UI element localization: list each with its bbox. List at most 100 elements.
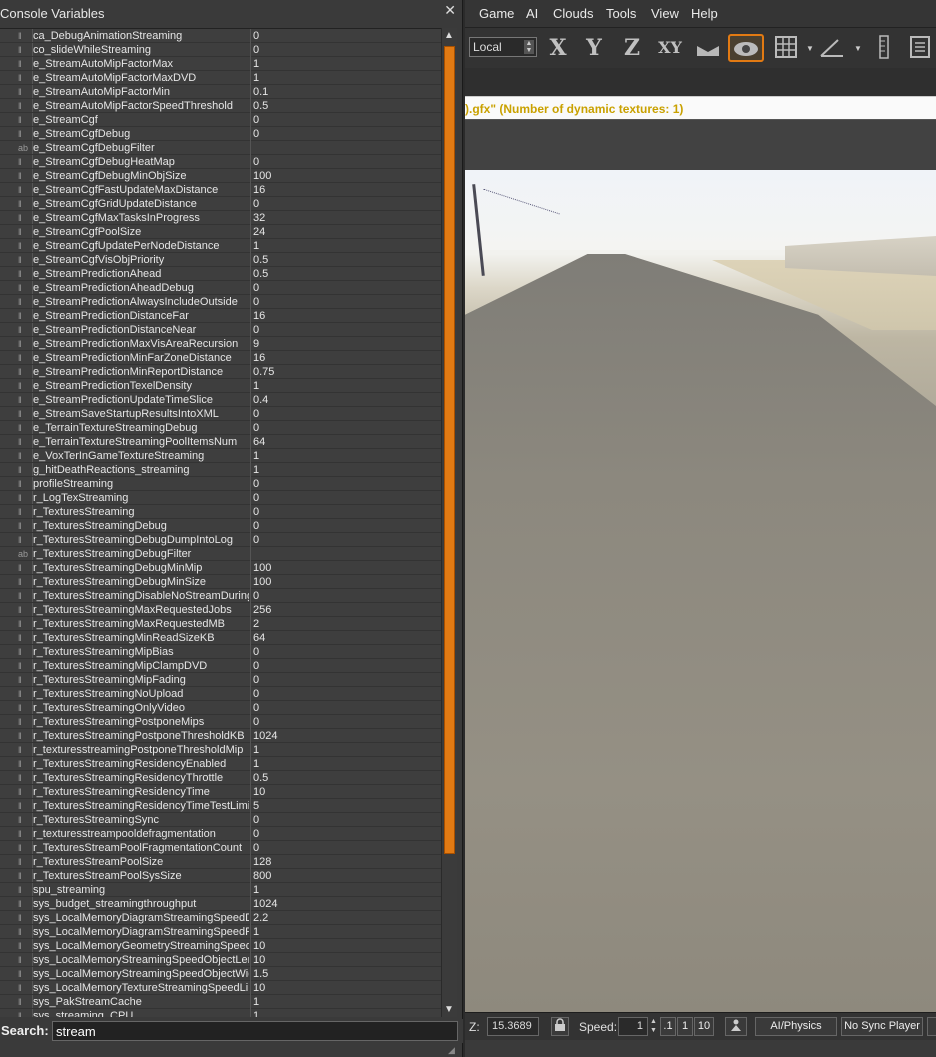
cvar-value[interactable]: 10 bbox=[253, 953, 439, 967]
vertical-scrollbar[interactable]: ▲ ▼ bbox=[441, 28, 457, 1017]
cvar-value[interactable]: 0 bbox=[253, 43, 439, 57]
cvar-value[interactable]: 64 bbox=[253, 631, 439, 645]
cvar-row[interactable]: ‖ r_TexturesStreamingDebugDumpIntoLog 0 bbox=[0, 533, 441, 547]
cvar-row[interactable]: ‖ r_TexturesStreamPoolFragmentationCount 0 bbox=[0, 841, 441, 855]
cvar-row[interactable]: ‖ r_TexturesStreamingSync 0 bbox=[0, 813, 441, 827]
cvar-row[interactable]: ‖ r_TexturesStreamingMinReadSizeKB 64 bbox=[0, 631, 441, 645]
cvar-value[interactable]: 100 bbox=[253, 561, 439, 575]
cvar-value[interactable]: 1 bbox=[253, 379, 439, 393]
cvar-row[interactable]: ‖ e_StreamCgfDebugMinObjSize 100 bbox=[0, 169, 441, 183]
cvar-row[interactable]: ‖ e_StreamPredictionAlwaysIncludeOutside 0 bbox=[0, 295, 441, 309]
cvar-row[interactable]: ‖ spu_streaming 1 bbox=[0, 883, 441, 897]
resize-grip-icon[interactable]: ◢ bbox=[448, 1045, 458, 1055]
cvar-value[interactable]: 1 bbox=[253, 57, 439, 71]
cvar-row[interactable]: ‖ r_TexturesStreamingResidencyThrottle 0.5 bbox=[0, 771, 441, 785]
cvar-value[interactable]: 256 bbox=[253, 603, 439, 617]
cvar-row[interactable]: ‖ e_StreamAutoMipFactorMin 0.1 bbox=[0, 85, 441, 99]
scrollbar-thumb[interactable] bbox=[444, 46, 455, 854]
cvar-row[interactable]: ‖ sys_LocalMemoryStreamingSpeedObjectWid 1… bbox=[0, 967, 441, 981]
cvar-row[interactable]: ‖ r_TexturesStreamingDisableNoStreamDurin… bbox=[0, 589, 441, 603]
cvar-row[interactable]: ‖ r_TexturesStreamingResidencyEnabled 1 bbox=[0, 757, 441, 771]
sync-player-button[interactable]: No Sync Player bbox=[841, 1017, 923, 1036]
cvar-row[interactable]: ‖ r_TexturesStreamingPostponeThresholdKB 1… bbox=[0, 729, 441, 743]
cvar-value[interactable]: 1 bbox=[253, 463, 439, 477]
cvar-value[interactable]: 0 bbox=[253, 323, 439, 337]
cvar-row[interactable]: ‖ e_StreamPredictionUpdateTimeSlice 0.4 bbox=[0, 393, 441, 407]
cvar-row[interactable]: ‖ sys_LocalMemoryStreamingSpeedObjectLeng… bbox=[0, 953, 441, 967]
cvar-value[interactable]: 100 bbox=[253, 575, 439, 589]
cvar-row[interactable]: ‖ r_TexturesStreamingDebugMinMip 100 bbox=[0, 561, 441, 575]
cvar-row[interactable]: ‖ sys_LocalMemoryDiagramStreamingSpeedRa 1 bbox=[0, 925, 441, 939]
console-icon[interactable] bbox=[905, 34, 935, 62]
ai-physics-button[interactable]: AI/Physics bbox=[755, 1017, 837, 1036]
cvar-row[interactable]: ‖ e_StreamAutoMipFactorMax 1 bbox=[0, 57, 441, 71]
cvar-value[interactable]: 0 bbox=[253, 813, 439, 827]
cvar-value[interactable]: 10 bbox=[253, 981, 439, 995]
grid-icon[interactable] bbox=[771, 34, 801, 62]
cvar-row[interactable]: ‖ e_StreamPredictionAhead 0.5 bbox=[0, 267, 441, 281]
cvar-value[interactable]: 1 bbox=[253, 239, 439, 253]
cvar-value[interactable]: 100 bbox=[253, 169, 439, 183]
cvar-row[interactable]: ‖ e_StreamCgfDebug 0 bbox=[0, 127, 441, 141]
cvar-value[interactable]: 0 bbox=[253, 197, 439, 211]
cvar-row[interactable]: ‖ e_StreamCgfUpdatePerNodeDistance 1 bbox=[0, 239, 441, 253]
cvar-value[interactable]: 0 bbox=[253, 477, 439, 491]
cvar-row[interactable]: ‖ profileStreaming 0 bbox=[0, 477, 441, 491]
menu-clouds[interactable]: Clouds bbox=[553, 6, 593, 21]
camera-view-icon[interactable] bbox=[728, 34, 764, 62]
cvar-value[interactable]: 0 bbox=[253, 491, 439, 505]
cvar-value[interactable]: 1 bbox=[253, 743, 439, 757]
status-extra-button[interactable] bbox=[927, 1017, 936, 1036]
cvar-value[interactable]: 0.5 bbox=[253, 99, 439, 113]
cvar-value[interactable]: 0.4 bbox=[253, 393, 439, 407]
cvar-value[interactable]: 1 bbox=[253, 1009, 439, 1017]
cvar-row[interactable]: ‖ e_StreamPredictionDistanceFar 16 bbox=[0, 309, 441, 323]
cvar-value[interactable]: 0 bbox=[253, 281, 439, 295]
grid-dropdown-icon[interactable]: ▼ bbox=[806, 44, 814, 53]
cvar-row[interactable]: ‖ r_TexturesStreamingResidencyTimeTestLim… bbox=[0, 799, 441, 813]
cvar-value[interactable]: 10 bbox=[253, 939, 439, 953]
cvar-row[interactable]: ‖ sys_PakStreamCache 1 bbox=[0, 995, 441, 1009]
cvar-row[interactable]: ‖ e_StreamCgfPoolSize 24 bbox=[0, 225, 441, 239]
angle-dropdown-icon[interactable]: ▼ bbox=[854, 44, 862, 53]
cvar-value[interactable]: 0 bbox=[253, 407, 439, 421]
cvar-row[interactable]: ‖ r_TexturesStreamingNoUpload 0 bbox=[0, 687, 441, 701]
cvar-row[interactable]: ‖ r_TexturesStreamingDebug 0 bbox=[0, 519, 441, 533]
cvar-value[interactable]: 32 bbox=[253, 211, 439, 225]
speed-input[interactable]: 1 bbox=[618, 1017, 648, 1036]
cvar-row[interactable]: ‖ e_StreamCgfMaxTasksInProgress 32 bbox=[0, 211, 441, 225]
axis-z-button[interactable]: Z bbox=[617, 34, 647, 62]
cvar-value[interactable]: 0.75 bbox=[253, 365, 439, 379]
cvar-value[interactable]: 2 bbox=[253, 617, 439, 631]
cvar-value[interactable]: 0 bbox=[253, 827, 439, 841]
speed-preset-01[interactable]: .1 bbox=[660, 1017, 676, 1036]
cvar-value[interactable]: 0 bbox=[253, 715, 439, 729]
cvar-row[interactable]: ‖ r_TexturesStreamingOnlyVideo 0 bbox=[0, 701, 441, 715]
cvar-value[interactable]: 9 bbox=[253, 337, 439, 351]
cvar-value[interactable]: 1 bbox=[253, 71, 439, 85]
goto-icon[interactable] bbox=[725, 1017, 747, 1036]
scroll-up-icon[interactable]: ▲ bbox=[444, 30, 454, 41]
cvar-value[interactable]: 0 bbox=[253, 673, 439, 687]
cvar-row[interactable]: ‖ r_TexturesStreamingMipClampDVD 0 bbox=[0, 659, 441, 673]
cvar-value[interactable]: 16 bbox=[253, 309, 439, 323]
cvar-row[interactable]: ‖ r_TexturesStreamPoolSize 128 bbox=[0, 855, 441, 869]
cvar-value[interactable]: 0.1 bbox=[253, 85, 439, 99]
cvar-row[interactable]: ab r_TexturesStreamingDebugFilter bbox=[0, 547, 441, 561]
cvar-value[interactable]: 5 bbox=[253, 799, 439, 813]
cvar-value[interactable]: 0 bbox=[253, 519, 439, 533]
speed-preset-10[interactable]: 10 bbox=[694, 1017, 714, 1036]
axis-y-button[interactable]: Y bbox=[579, 34, 609, 62]
cvar-row[interactable]: ‖ sys_budget_streamingthroughput 1024 bbox=[0, 897, 441, 911]
cvar-value[interactable]: 24 bbox=[253, 225, 439, 239]
spinner-icon[interactable]: ▲ ▼ bbox=[524, 40, 534, 54]
cvar-row[interactable]: ab e_StreamCgfDebugFilter bbox=[0, 141, 441, 155]
cvar-value[interactable]: 1.5 bbox=[253, 967, 439, 981]
cvar-value[interactable]: 0 bbox=[253, 421, 439, 435]
cvar-value[interactable]: 1024 bbox=[253, 729, 439, 743]
cvar-row[interactable]: ‖ sys_LocalMemoryTextureStreamingSpeedLim… bbox=[0, 981, 441, 995]
ruler-icon[interactable] bbox=[869, 34, 899, 62]
cvar-value[interactable]: 16 bbox=[253, 351, 439, 365]
z-coordinate-field[interactable]: 15.3689 bbox=[487, 1017, 539, 1036]
cvar-value[interactable]: 0 bbox=[253, 645, 439, 659]
